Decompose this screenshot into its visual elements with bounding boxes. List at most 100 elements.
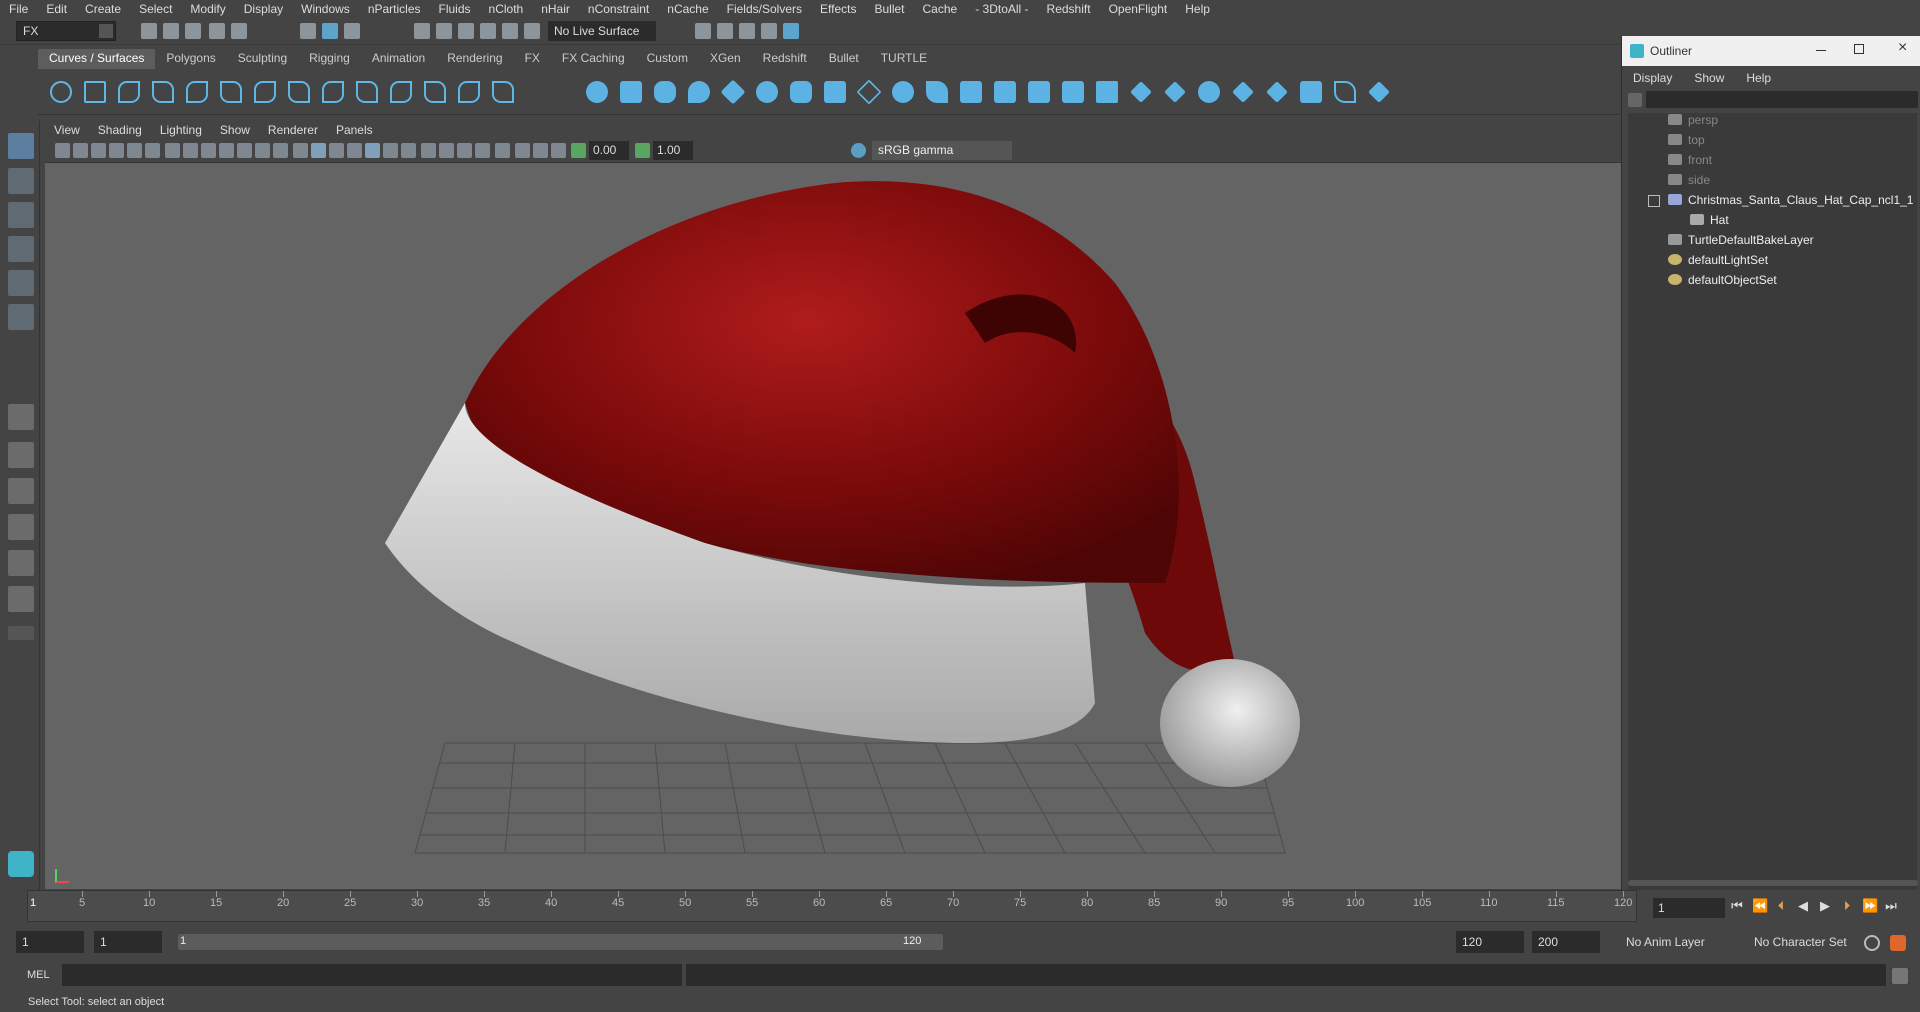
live-surface-field[interactable]: No Live Surface bbox=[548, 21, 656, 41]
wireframe-icon[interactable] bbox=[293, 143, 308, 158]
select-tool-icon[interactable] bbox=[8, 133, 34, 159]
current-frame-field[interactable]: 1 bbox=[1653, 898, 1725, 918]
attach-surfaces-icon[interactable] bbox=[1130, 81, 1152, 103]
menu-create[interactable]: Create bbox=[76, 2, 130, 16]
camera-icon[interactable] bbox=[55, 143, 70, 158]
wireframe-on-shaded-icon[interactable] bbox=[347, 143, 362, 158]
menu-nparticles[interactable]: nParticles bbox=[359, 2, 430, 16]
screen-space-ao-icon[interactable] bbox=[421, 143, 436, 158]
redo-icon[interactable] bbox=[231, 23, 247, 39]
bevel-icon[interactable] bbox=[1028, 81, 1050, 103]
outliner-item-christmas-hat[interactable]: Christmas_Santa_Claus_Hat_Cap_ncl1_1 bbox=[1668, 193, 1913, 211]
tab-bullet[interactable]: Bullet bbox=[818, 49, 870, 69]
add-points-icon[interactable] bbox=[458, 81, 480, 103]
stitch-icon[interactable] bbox=[1096, 81, 1118, 103]
anim-layer-dropdown[interactable]: No Anim Layer bbox=[1620, 931, 1738, 953]
nurbs-circle-icon[interactable] bbox=[50, 81, 72, 103]
birail-icon[interactable] bbox=[926, 81, 948, 103]
rebuild-curve-icon[interactable] bbox=[424, 81, 446, 103]
nurbs-sphere-icon[interactable] bbox=[586, 81, 608, 103]
snap-surface-icon[interactable] bbox=[502, 23, 518, 39]
resolution-gate-icon[interactable] bbox=[201, 143, 216, 158]
script-editor-icon[interactable] bbox=[1892, 968, 1908, 984]
insert-isoparms-icon[interactable] bbox=[1266, 81, 1288, 103]
bevel-plus-icon[interactable] bbox=[1062, 81, 1084, 103]
collapse-toggle-icon[interactable] bbox=[1648, 195, 1660, 207]
tab-custom[interactable]: Custom bbox=[636, 49, 699, 69]
viewport-menu-panels[interactable]: Panels bbox=[327, 123, 382, 137]
range-bar[interactable]: 1 120 bbox=[178, 934, 943, 950]
safe-title-icon[interactable] bbox=[273, 143, 288, 158]
snap-grid-icon[interactable] bbox=[414, 23, 430, 39]
minimize-icon[interactable] bbox=[1816, 50, 1826, 51]
step-back-frame-icon[interactable]: ⏪ bbox=[1752, 899, 1768, 913]
outliner-item-turtle-bake-layer[interactable]: TurtleDefaultBakeLayer bbox=[1668, 233, 1814, 251]
menu-nhair[interactable]: nHair bbox=[532, 2, 579, 16]
bookmark-icon[interactable] bbox=[91, 143, 106, 158]
lasso-tool-icon[interactable] bbox=[8, 168, 34, 194]
xray-joints-icon[interactable] bbox=[533, 143, 548, 158]
ep-curve-icon[interactable] bbox=[152, 81, 174, 103]
open-scene-icon[interactable] bbox=[163, 23, 179, 39]
menu-ncache[interactable]: nCache bbox=[658, 2, 717, 16]
square-surface-icon[interactable] bbox=[994, 81, 1016, 103]
step-forward-frame-icon[interactable]: ⏩ bbox=[1862, 899, 1878, 913]
detach-curves-icon[interactable] bbox=[288, 81, 310, 103]
menu-nconstraint[interactable]: nConstraint bbox=[579, 2, 658, 16]
grease-pencil-icon[interactable] bbox=[145, 143, 160, 158]
select-object-icon[interactable] bbox=[322, 23, 338, 39]
tab-sculpting[interactable]: Sculpting bbox=[227, 49, 298, 69]
tab-curves-surfaces[interactable]: Curves / Surfaces bbox=[38, 49, 156, 69]
playback-end-field[interactable]: 120 bbox=[1456, 931, 1524, 953]
outliner-search-input[interactable] bbox=[1646, 91, 1918, 108]
exposure-field[interactable]: 0.00 bbox=[589, 141, 629, 160]
isolate-select-icon[interactable] bbox=[495, 143, 510, 158]
offset-curve-icon[interactable] bbox=[390, 81, 412, 103]
menu-help[interactable]: Help bbox=[1176, 2, 1219, 16]
animation-start-field[interactable]: 1 bbox=[16, 931, 84, 953]
render-settings-icon[interactable] bbox=[739, 23, 755, 39]
render-view-icon[interactable] bbox=[783, 23, 799, 39]
viewport-menu-lighting[interactable]: Lighting bbox=[151, 123, 211, 137]
menu-edit[interactable]: Edit bbox=[37, 2, 76, 16]
save-scene-icon[interactable] bbox=[185, 23, 201, 39]
xray-components-icon[interactable] bbox=[551, 143, 566, 158]
insert-knot-icon[interactable] bbox=[322, 81, 344, 103]
hypershade-layout-icon[interactable] bbox=[8, 586, 34, 612]
viewport-menu-renderer[interactable]: Renderer bbox=[259, 123, 327, 137]
viewport-menu-view[interactable]: View bbox=[45, 123, 89, 137]
grid-icon[interactable] bbox=[165, 143, 180, 158]
extrude-icon[interactable] bbox=[892, 81, 914, 103]
outliner-item-default-object-set[interactable]: defaultObjectSet bbox=[1668, 273, 1777, 291]
color-management-icon[interactable] bbox=[851, 143, 866, 158]
attach-curves-icon[interactable] bbox=[254, 81, 276, 103]
animation-end-field[interactable]: 200 bbox=[1532, 931, 1600, 953]
menu-bullet[interactable]: Bullet bbox=[865, 2, 913, 16]
film-gate-icon[interactable] bbox=[183, 143, 198, 158]
snap-point-icon[interactable] bbox=[458, 23, 474, 39]
menu-modify[interactable]: Modify bbox=[181, 2, 234, 16]
nurbs-plane-icon[interactable] bbox=[720, 79, 746, 105]
play-backwards-icon[interactable]: ◀ bbox=[1796, 899, 1810, 913]
menu-openflight[interactable]: OpenFlight bbox=[1100, 2, 1177, 16]
outliner-menu-display[interactable]: Display bbox=[1622, 71, 1683, 85]
four-view-layout-icon[interactable] bbox=[8, 442, 34, 468]
tab-fx-caching[interactable]: FX Caching bbox=[551, 49, 636, 69]
textured-icon[interactable] bbox=[365, 143, 380, 158]
ipr-render-icon[interactable] bbox=[717, 23, 733, 39]
default-material-icon[interactable] bbox=[329, 143, 344, 158]
safe-action-icon[interactable] bbox=[255, 143, 270, 158]
boundary-icon[interactable] bbox=[960, 81, 982, 103]
extend-surfaces-icon[interactable] bbox=[1300, 81, 1322, 103]
single-perspective-layout-icon[interactable] bbox=[8, 404, 34, 430]
tab-rendering[interactable]: Rendering bbox=[436, 49, 513, 69]
select-hierarchy-icon[interactable] bbox=[300, 23, 316, 39]
go-to-start-icon[interactable]: ⏮ bbox=[1730, 899, 1744, 913]
view-transform-dropdown[interactable]: sRGB gamma bbox=[872, 141, 1012, 160]
nurbs-torus-icon[interactable] bbox=[756, 81, 778, 103]
snap-view-icon[interactable] bbox=[480, 23, 496, 39]
viewport-persp[interactable]: View Shading Lighting Show Renderer Pane… bbox=[45, 121, 1621, 889]
arc-curve-icon[interactable] bbox=[220, 81, 242, 103]
tab-fx[interactable]: FX bbox=[514, 49, 551, 69]
menu-fluids[interactable]: Fluids bbox=[430, 2, 480, 16]
